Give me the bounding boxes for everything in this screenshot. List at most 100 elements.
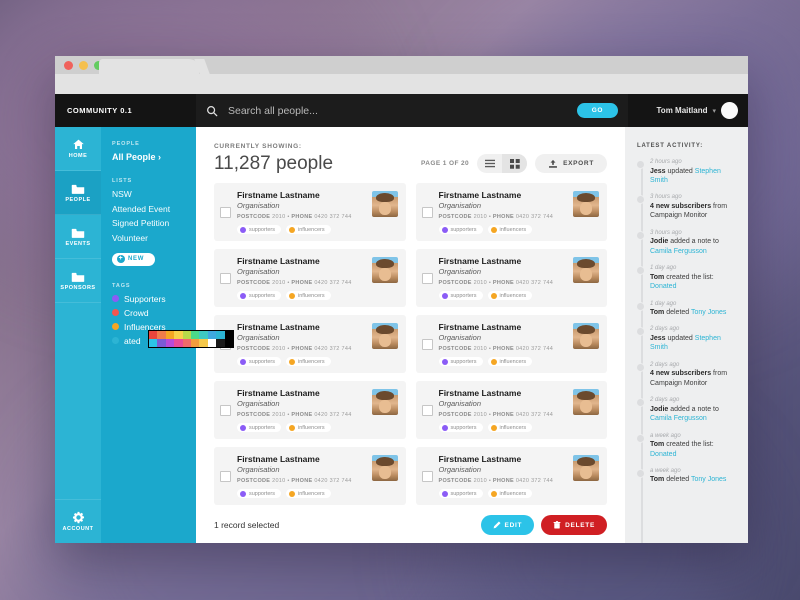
activity-link[interactable]: Tony Jones (691, 309, 726, 316)
activity-item[interactable]: 3 hours ago Jodie added a note to Camila … (635, 230, 738, 256)
palette-swatch[interactable] (174, 331, 183, 339)
palette-swatch[interactable] (216, 331, 225, 339)
activity-link[interactable]: Tony Jones (691, 476, 726, 483)
person-tag-pill[interactable]: supporters (438, 291, 483, 300)
activity-item[interactable]: 1 day ago Tom deleted Tony Jones (635, 301, 738, 318)
person-tag-pill[interactable]: supporters (237, 423, 281, 432)
person-card[interactable]: Firstname Lastname Organisation POSTCODE 2… (415, 315, 607, 373)
rail-item-events[interactable]: EVENTS (55, 215, 101, 259)
person-tag-pill[interactable]: influencers (286, 423, 331, 432)
window-controls[interactable] (64, 61, 103, 70)
person-card[interactable]: Firstname Lastname Organisation POSTCODE 2… (415, 183, 607, 241)
palette-swatch[interactable] (182, 331, 191, 339)
list-view-button[interactable] (477, 154, 502, 173)
person-tag-pill[interactable]: supporters (237, 225, 281, 234)
person-card-checkbox[interactable] (421, 207, 433, 218)
person-tag-pill[interactable]: influencers (286, 225, 331, 234)
palette-swatch[interactable] (165, 339, 175, 347)
person-tag-pill[interactable]: influencers (286, 489, 331, 498)
palette-swatch[interactable] (149, 331, 158, 339)
delete-button[interactable]: DELETE (541, 515, 607, 535)
nav-list-attended-event[interactable]: Attended Event (112, 204, 196, 214)
person-card[interactable]: Firstname Lastname Organisation POSTCODE 2… (415, 381, 607, 439)
person-card-checkbox[interactable] (421, 405, 433, 416)
nav-list-signed-petition[interactable]: Signed Petition (112, 218, 196, 228)
person-card-checkbox[interactable] (220, 207, 231, 218)
palette-swatch[interactable] (157, 331, 166, 339)
person-tag-pill[interactable]: influencers (487, 357, 533, 366)
person-tag-pill[interactable]: influencers (487, 225, 533, 234)
view-toggle-group[interactable] (477, 154, 528, 173)
rail-item-home[interactable]: HOME (55, 127, 101, 171)
person-tag-pill[interactable]: supporters (237, 291, 281, 300)
person-card-checkbox[interactable] (421, 273, 433, 284)
palette-swatch[interactable] (224, 339, 233, 347)
person-card-checkbox[interactable] (220, 273, 231, 284)
person-tag-pill[interactable]: influencers (286, 291, 331, 300)
activity-item[interactable]: 2 days ago Jodie added a note to Camila F… (635, 397, 738, 423)
palette-swatch[interactable] (182, 339, 191, 347)
palette-swatch[interactable] (216, 339, 225, 347)
person-card-checkbox[interactable] (421, 471, 433, 482)
person-tag-pill[interactable]: supporters (237, 357, 281, 366)
rail-item-account[interactable]: ACCOUNT (55, 499, 101, 543)
edit-button[interactable]: EDIT (480, 515, 535, 535)
search-go-button[interactable]: GO (576, 103, 618, 118)
person-tag-pill[interactable]: influencers (286, 357, 331, 366)
palette-swatch[interactable] (174, 339, 183, 347)
activity-link[interactable]: Donated (650, 451, 676, 458)
person-card[interactable]: Firstname Lastname Organisation POSTCODE 2… (214, 381, 406, 439)
activity-item[interactable]: 3 hours ago 4 new subscribers from Campai… (635, 194, 738, 220)
minimize-window-icon[interactable] (79, 61, 88, 70)
palette-swatch[interactable] (190, 331, 200, 339)
browser-tab[interactable] (99, 59, 199, 74)
person-tag-pill[interactable]: influencers (487, 291, 533, 300)
palette-swatch[interactable] (207, 339, 217, 347)
color-picker-palette[interactable] (148, 330, 234, 348)
nav-list-volunteer[interactable]: Volunteer (112, 233, 196, 243)
person-card[interactable]: Firstname Lastname Organisation POSTCODE 2… (214, 315, 406, 373)
user-avatar[interactable] (721, 102, 738, 119)
person-tag-pill[interactable]: supporters (438, 225, 483, 234)
activity-item[interactable]: 1 day ago Tom created the list: Donated (635, 265, 738, 291)
activity-link[interactable]: Camila Fergusson (650, 248, 707, 255)
activity-link[interactable]: Donated (650, 283, 676, 290)
palette-swatch[interactable] (199, 339, 208, 347)
new-list-button[interactable]: + NEW (112, 252, 156, 266)
export-button[interactable]: EXPORT (535, 154, 607, 173)
nav-all-people[interactable]: All People › (112, 152, 196, 162)
palette-swatch[interactable] (199, 331, 208, 339)
person-card-checkbox[interactable] (421, 339, 433, 350)
palette-swatch[interactable] (207, 331, 217, 339)
activity-item[interactable]: 2 hours ago Jess updated Stephen Smith (635, 159, 738, 185)
nav-list-nsw[interactable]: NSW (112, 189, 196, 199)
activity-item[interactable]: a week ago Tom created the list: Donated (635, 433, 738, 459)
grid-view-button[interactable] (502, 154, 528, 173)
activity-item[interactable]: a week ago Tom deleted Tony Jones (635, 468, 738, 485)
person-card[interactable]: Firstname Lastname Organisation POSTCODE 2… (415, 249, 607, 307)
person-card-checkbox[interactable] (220, 471, 231, 482)
palette-swatch[interactable] (190, 339, 200, 347)
person-card[interactable]: Firstname Lastname Organisation POSTCODE 2… (214, 183, 406, 241)
person-card[interactable]: Firstname Lastname Organisation POSTCODE 2… (415, 447, 607, 505)
activity-link[interactable]: Camila Fergusson (650, 415, 707, 422)
user-menu[interactable]: Tom Maitland ▾ (628, 94, 748, 127)
person-tag-pill[interactable]: supporters (438, 489, 483, 498)
person-card-checkbox[interactable] (220, 405, 231, 416)
person-tag-pill[interactable]: influencers (487, 423, 533, 432)
palette-swatch[interactable] (157, 339, 166, 347)
person-tag-pill[interactable]: supporters (438, 423, 483, 432)
search-bar[interactable]: GO (196, 94, 628, 127)
rail-item-people[interactable]: PEOPLE (55, 171, 101, 215)
person-card[interactable]: Firstname Lastname Organisation POSTCODE 2… (214, 249, 406, 307)
activity-item[interactable]: 2 days ago Jess updated Stephen Smith (635, 326, 738, 352)
tag-item-supporters[interactable]: Supporters (112, 294, 196, 304)
activity-item[interactable]: 2 days ago 4 new subscribers from Campaig… (635, 362, 738, 388)
palette-swatch[interactable] (149, 339, 158, 347)
search-input[interactable] (226, 103, 569, 118)
tag-item-crowd[interactable]: Crowd (112, 308, 196, 318)
palette-swatch[interactable] (165, 331, 175, 339)
person-tag-pill[interactable]: supporters (237, 489, 281, 498)
rail-item-sponsors[interactable]: SPONSORS (55, 259, 101, 303)
person-tag-pill[interactable]: influencers (487, 489, 533, 498)
